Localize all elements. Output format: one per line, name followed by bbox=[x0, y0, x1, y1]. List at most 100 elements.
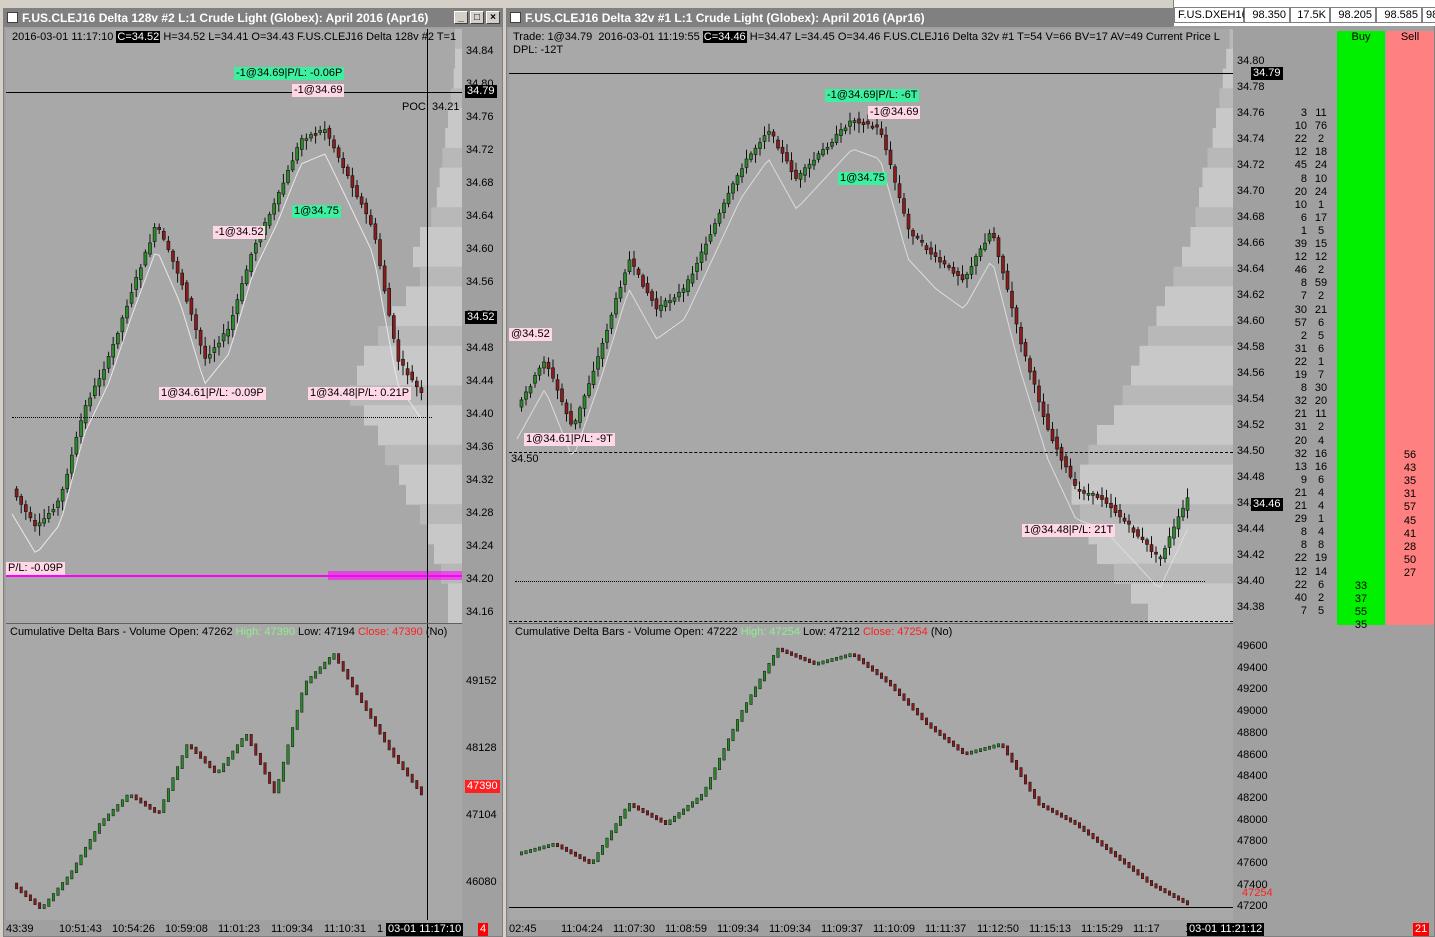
right-window-titlebar[interactable]: F.US.CLEJ16 Delta 32v #1 L:1 Crude Light… bbox=[507, 9, 1173, 27]
price-bar bbox=[942, 260, 947, 265]
delta-bar bbox=[1001, 743, 1005, 749]
price-bar bbox=[387, 288, 392, 316]
delta-bar bbox=[1051, 807, 1054, 813]
price-bar bbox=[1172, 526, 1176, 539]
trade-tag: 1@34.61|P/L: -9T bbox=[524, 433, 615, 446]
delta-bar bbox=[1145, 876, 1149, 883]
bar-info-line: 2016-03-01 11:17:10 C=34.52 H=34.52 L=34… bbox=[12, 31, 457, 43]
dom-cell: 5 bbox=[1317, 224, 1325, 237]
delta-bar bbox=[988, 745, 991, 750]
dom-cell: 15 bbox=[1314, 238, 1328, 250]
price-bar bbox=[120, 317, 125, 333]
right-price-pane[interactable]: Trade: 1@34.79 2016-03-01 11:19:55 C=34.… bbox=[509, 29, 1233, 623]
dom-bid-column[interactable]: 3 10 22 12 45 8 20 10 6 1 39 12 46 8 7 30 57 2 31 22 19 8 32 21… bbox=[1283, 29, 1307, 629]
delta-bar bbox=[107, 813, 111, 821]
delta-bar bbox=[1019, 767, 1023, 778]
axis-label: 34.42 bbox=[1237, 549, 1265, 561]
right-price-axis[interactable]: 34.80 34.78 34.76 34.74 34.72 34.70 34.68 34.66… bbox=[1233, 29, 1283, 623]
right-window-title: F.US.CLEJ16 Delta 32v #1 L:1 Crude Light… bbox=[525, 11, 925, 25]
left-chart-window[interactable]: F.US.CLEJ16 Delta 128v #2 L:1 Crude Ligh… bbox=[3, 8, 503, 937]
axis-label: 47104 bbox=[466, 809, 497, 821]
left-price-pane[interactable]: 2016-03-01 11:17:10 C=34.52 H=34.52 L=34… bbox=[6, 29, 462, 623]
delta-bar bbox=[314, 671, 318, 679]
delta-bar bbox=[240, 738, 244, 747]
delta-bar bbox=[291, 727, 295, 748]
price-bar bbox=[401, 358, 405, 366]
dom-cell: 10 bbox=[1314, 172, 1328, 185]
price-bar bbox=[185, 282, 189, 302]
price-bar bbox=[309, 134, 313, 139]
price-bar bbox=[1095, 493, 1100, 499]
left-window-title: F.US.CLEJ16 Delta 128v #2 L:1 Crude Ligh… bbox=[22, 11, 429, 25]
delta-bar bbox=[839, 655, 843, 660]
delta-bar bbox=[1024, 774, 1027, 785]
price-bar bbox=[1185, 497, 1190, 511]
price-bar bbox=[116, 332, 120, 345]
dom-value: 33 bbox=[1354, 580, 1368, 592]
delta-bar bbox=[866, 661, 870, 668]
axis-label: 34.16 bbox=[466, 606, 494, 618]
dom-cell: 2 bbox=[1317, 133, 1325, 146]
price-bar bbox=[929, 247, 933, 255]
price-bar bbox=[405, 368, 410, 376]
dom-cell: 30 bbox=[1294, 303, 1307, 316]
axis-label: 34.68 bbox=[466, 177, 494, 189]
minimize-button[interactable]: _ bbox=[454, 11, 468, 24]
delta-bar bbox=[1055, 810, 1059, 816]
price-bar bbox=[272, 203, 277, 215]
indicator-last-box: 47254 bbox=[1242, 887, 1273, 899]
price-bar bbox=[668, 300, 672, 304]
axis-label: 49200 bbox=[1237, 683, 1268, 696]
right-indicator-pane[interactable]: Cumulative Delta Bars - Volume Open: 472… bbox=[509, 623, 1233, 920]
left-window-titlebar[interactable]: F.US.CLEJ16 Delta 128v #2 L:1 Crude Ligh… bbox=[4, 9, 502, 27]
price-bar bbox=[1127, 520, 1131, 525]
left-price-axis[interactable]: 34.84 34.80 34.76 34.72 34.68 34.64 34.60 34.56… bbox=[462, 29, 502, 623]
price-bar bbox=[1082, 490, 1086, 494]
delta-bar bbox=[938, 729, 942, 736]
delta-bar bbox=[1177, 895, 1180, 901]
left-indicator-axis[interactable]: 49152 48128 47104 46080 bbox=[462, 623, 502, 919]
price-bar bbox=[812, 159, 816, 166]
delta-bar bbox=[767, 663, 771, 674]
price-bar bbox=[1077, 489, 1082, 492]
maximize-button[interactable]: □ bbox=[470, 11, 484, 24]
delta-bar bbox=[1087, 829, 1090, 836]
price-bar bbox=[650, 291, 654, 301]
delta-bar bbox=[415, 780, 419, 789]
delta-bar bbox=[74, 862, 78, 874]
delta-bar bbox=[569, 849, 573, 855]
right-indicator-axis[interactable]: 49600 49400 49200 49000 48800 48600 48400 48200… bbox=[1233, 623, 1283, 919]
delta-bar bbox=[1136, 869, 1140, 876]
price-bar bbox=[106, 356, 111, 369]
dom-cell: 2 bbox=[1300, 329, 1307, 342]
price-bar bbox=[834, 133, 839, 143]
axis-label: 34.76 bbox=[1237, 107, 1265, 119]
price-bar bbox=[767, 131, 771, 135]
right-chart-window[interactable]: F.US.CLEJ16 Delta 32v #1 L:1 Crude Light… bbox=[506, 8, 1435, 937]
axis-label: 49400 bbox=[1237, 661, 1268, 674]
delta-bar bbox=[1033, 789, 1036, 799]
price-bar bbox=[304, 138, 309, 141]
dom-cell: 6 bbox=[1317, 316, 1325, 329]
close-button[interactable]: × bbox=[486, 11, 500, 24]
dom-cell: 7 bbox=[1317, 369, 1325, 381]
delta-bar bbox=[235, 744, 239, 754]
right-time-axis[interactable]: 02:45 11:04:24 11:07:30 11:08:59 11:09:34 11:… bbox=[507, 923, 1233, 936]
price-bar bbox=[803, 167, 807, 176]
price-bar bbox=[1140, 536, 1145, 540]
dom-cell: 14 bbox=[1314, 565, 1328, 578]
price-bar bbox=[244, 269, 249, 285]
delta-bar bbox=[979, 748, 982, 753]
quote-bar[interactable]: F.US.DXEH16 98.350 17.5K 98.205 98.585 9… bbox=[1173, 0, 1435, 26]
delta-bar bbox=[231, 750, 235, 760]
left-indicator-pane[interactable]: Cumulative Delta Bars - Volume Open: 472… bbox=[6, 623, 462, 920]
dom-cell: 13 bbox=[1294, 460, 1307, 473]
price-bar bbox=[879, 128, 884, 135]
price-bar bbox=[276, 192, 281, 205]
price-bar bbox=[807, 163, 812, 169]
dom-cell: 22 bbox=[1294, 552, 1307, 565]
quote-symbol[interactable]: F.US.DXEH16 bbox=[1174, 7, 1248, 23]
dom-ask-column[interactable]: 11 76 2 18 24 10 24 1 17 5 15 12 2 59 2 21 6 5 6 1 7 30 20 11 2 4… bbox=[1307, 29, 1335, 629]
price-bar bbox=[713, 223, 717, 234]
price-bar bbox=[672, 297, 677, 302]
